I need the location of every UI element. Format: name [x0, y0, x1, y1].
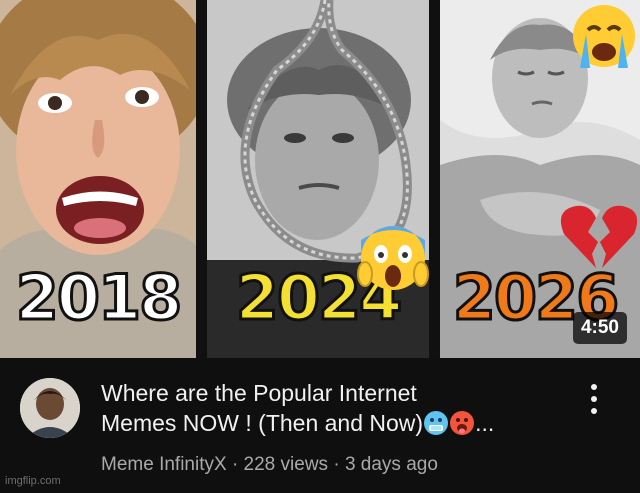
hot-face-emoji-icon [450, 411, 475, 435]
broken-heart-emoji-icon [560, 205, 638, 268]
separator-dot: · [231, 454, 239, 475]
separator-dot: · [333, 454, 340, 475]
video-title-line-1: Where are the Popular Internet [101, 380, 417, 406]
video-thumbnail[interactable]: 2018 2024 2026 4:50 [0, 0, 640, 358]
crying-face-emoji-icon [573, 5, 635, 68]
more-options-icon[interactable] [582, 384, 606, 414]
avatar-image [20, 378, 80, 438]
video-subtitle: Meme InfinityX · 228 views · 3 days ago [101, 454, 438, 476]
screaming-face-emoji-icon [357, 226, 429, 290]
thumbnail-panel-2024: 2024 [207, 0, 429, 358]
imgflip-watermark: imgflip.com [5, 475, 61, 487]
video-title-ellipsis: ... [475, 410, 495, 436]
video-title[interactable]: Where are the Popular Internet Memes NOW… [101, 378, 561, 438]
upload-age: 3 days ago [344, 454, 438, 475]
view-count: 228 views [243, 454, 329, 475]
channel-name[interactable]: Meme InfinityX [101, 454, 227, 475]
cold-face-emoji-icon [424, 411, 449, 435]
video-duration-badge: 4:50 [572, 312, 627, 344]
thumbnail-panel-2018: 2018 [0, 0, 196, 358]
video-meta: Where are the Popular Internet Memes NOW… [0, 358, 640, 493]
channel-avatar[interactable] [20, 378, 80, 438]
year-label-2018: 2018 [14, 260, 184, 336]
video-title-line-2: Memes NOW ! (Then and Now) [101, 410, 424, 436]
